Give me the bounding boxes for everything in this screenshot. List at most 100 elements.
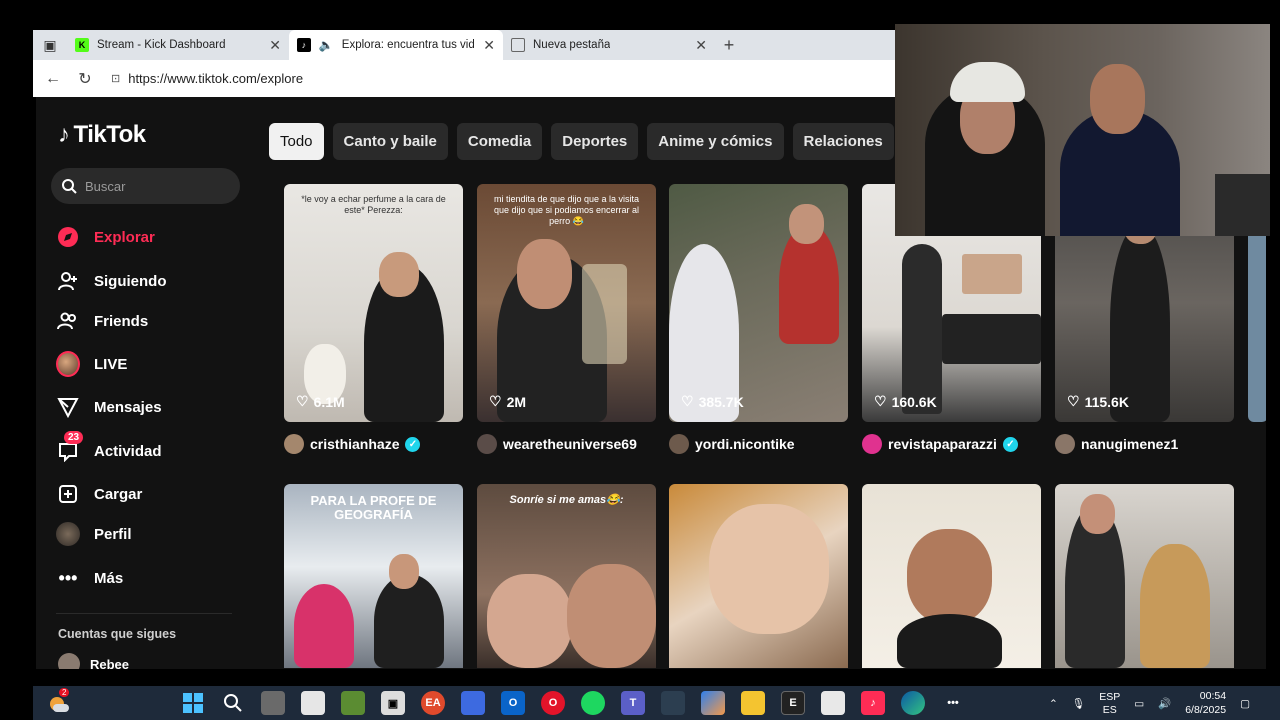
chevron-up-icon[interactable]: ⌃: [1049, 698, 1058, 710]
video-card[interactable]: PARA LA PROFE DE GEOGRAFÍA: [284, 484, 463, 668]
browser-tab-new[interactable]: Nueva pestaña ✕: [503, 30, 715, 60]
video-thumbnail[interactable]: [1055, 484, 1234, 668]
sidebar-item-mensajes[interactable]: Mensajes: [56, 395, 162, 419]
notifications-icon[interactable]: ▢: [1240, 698, 1250, 710]
language-indicator[interactable]: ESP ES: [1099, 691, 1120, 716]
video-thumbnail[interactable]: ♡ 385.7K: [669, 184, 848, 422]
send-icon: [56, 395, 80, 419]
opera-icon[interactable]: O: [541, 691, 565, 715]
chip-todo[interactable]: Todo: [269, 123, 324, 160]
video-author[interactable]: yordi.nicontike: [669, 434, 848, 454]
spotify-icon[interactable]: [581, 691, 605, 715]
sidebar-item-friends[interactable]: Friends: [56, 309, 148, 333]
task-view-icon[interactable]: [261, 691, 285, 715]
sidebar-item-siguiendo[interactable]: Siguiendo: [56, 269, 167, 293]
more-apps-icon[interactable]: •••: [941, 691, 965, 715]
following-user[interactable]: Rebee: [58, 653, 129, 669]
video-card[interactable]: mi tiendita de que dijo que a la visita …: [477, 184, 656, 454]
browser-tab-kick[interactable]: K Stream - Kick Dashboard ✕: [67, 30, 289, 60]
sidebar-item-live[interactable]: LIVE: [56, 351, 127, 377]
video-thumbnail[interactable]: [862, 484, 1041, 668]
kick-icon: K: [75, 38, 89, 52]
speaker-icon[interactable]: 🔈: [319, 38, 334, 52]
ea-icon[interactable]: EA: [421, 691, 445, 715]
chip-canto-y-baile[interactable]: Canto y baile: [332, 123, 448, 160]
sidebar-item-perfil[interactable]: Perfil: [56, 522, 132, 546]
video-thumbnail[interactable]: Sonríe si me amas😂:: [477, 484, 656, 668]
teams-icon[interactable]: T: [621, 691, 645, 715]
user-follow-icon: [56, 269, 80, 293]
video-thumbnail[interactable]: [669, 484, 848, 668]
minecraft-icon[interactable]: [341, 691, 365, 715]
new-tab-button[interactable]: +: [715, 35, 743, 56]
video-card[interactable]: *le voy a echar perfume a la cara de est…: [284, 184, 463, 454]
avatar: [477, 434, 497, 454]
reload-icon[interactable]: ↻: [75, 69, 95, 89]
tiktok-logo[interactable]: ♪ TikTok: [58, 121, 146, 149]
browser-tab-bar: ▣ K Stream - Kick Dashboard ✕ ♪ 🔈 Explor…: [33, 30, 895, 60]
avatar: [58, 653, 80, 669]
app-icon[interactable]: [461, 691, 485, 715]
video-card[interactable]: ♡ 385.7K yordi.nicontike: [669, 184, 848, 454]
search-icon: [62, 179, 77, 194]
sidebar-item-explorar[interactable]: Explorar: [56, 225, 155, 249]
video-thumbnail[interactable]: PARA LA PROFE DE GEOGRAFÍA: [284, 484, 463, 668]
system-tray: ⌃ 🎙 ESP ES ▭ 🔊 00:54 6/8/2025 ▢: [1049, 690, 1250, 717]
notification-badge: 23: [64, 431, 84, 444]
verified-icon: ✓: [405, 436, 421, 452]
video-card[interactable]: [669, 484, 848, 668]
chip-deportes[interactable]: Deportes: [551, 123, 639, 160]
volume-icon[interactable]: 🔊: [1158, 697, 1171, 710]
friends-icon: [56, 309, 80, 333]
search-input[interactable]: Buscar: [51, 168, 240, 204]
video-author[interactable]: nanugimenez1: [1055, 434, 1234, 454]
browser-tab-tiktok[interactable]: ♪ 🔈 Explora: encuentra tus videos ✕: [289, 30, 503, 60]
clock[interactable]: 00:54 6/8/2025: [1185, 690, 1226, 717]
sidebar-item-actividad[interactable]: 23 Actividad: [56, 431, 162, 463]
sidebar: ♪ TikTok Buscar Explorar Siguiendo Frien…: [36, 97, 254, 669]
verified-icon: ✓: [1002, 436, 1018, 452]
network-icon[interactable]: ▭: [1134, 698, 1144, 710]
epic-games-icon[interactable]: E: [781, 691, 805, 715]
video-author[interactable]: cristhianhaze ✓: [284, 434, 463, 454]
close-tab-icon[interactable]: ✕: [695, 37, 707, 54]
league-icon[interactable]: [661, 691, 685, 715]
video-thumbnail[interactable]: mi tiendita de que dijo que a la visita …: [477, 184, 656, 422]
tab-actions-icon[interactable]: ▣: [33, 30, 67, 60]
avatar: [1055, 434, 1075, 454]
cap-icon: [950, 62, 1025, 102]
video-thumbnail[interactable]: *le voy a echar perfume a la cara de est…: [284, 184, 463, 422]
site-info-icon[interactable]: ⊡: [111, 72, 120, 85]
windows-start-icon[interactable]: [181, 691, 205, 715]
sidebar-item-mas[interactable]: ••• Más: [56, 566, 124, 590]
compass-icon: [56, 225, 80, 249]
chip-relaciones[interactable]: Relaciones: [792, 123, 894, 160]
close-tab-icon[interactable]: ✕: [483, 37, 495, 54]
edge-icon[interactable]: [901, 691, 925, 715]
roblox-icon[interactable]: ▣: [381, 691, 405, 715]
screen: ▣ K Stream - Kick Dashboard ✕ ♪ 🔈 Explor…: [0, 0, 1280, 720]
video-card[interactable]: [1055, 484, 1234, 668]
weather-icon[interactable]: 2: [47, 688, 71, 714]
file-icon[interactable]: [301, 691, 325, 715]
tiktok-note-icon: ♪: [58, 121, 70, 148]
video-author[interactable]: wearetheuniverse69: [477, 434, 656, 454]
chip-comedia[interactable]: Comedia: [456, 123, 543, 160]
category-chips: Todo Canto y baile Comedia Deportes Anim…: [269, 123, 894, 160]
explorer-icon[interactable]: [741, 691, 765, 715]
video-author[interactable]: revistapaparazzi ✓: [862, 434, 1041, 454]
store-icon[interactable]: [821, 691, 845, 715]
sidebar-item-cargar[interactable]: Cargar: [56, 482, 142, 506]
microphone-icon[interactable]: 🎙: [1072, 697, 1085, 710]
url-field[interactable]: ⊡ https://www.tiktok.com/explore: [107, 66, 895, 92]
video-card[interactable]: [862, 484, 1041, 668]
chip-anime-y-comics[interactable]: Anime y cómics: [647, 123, 784, 160]
search-icon[interactable]: [221, 691, 245, 715]
tiktok-app-icon[interactable]: ♪: [861, 691, 885, 715]
video-card[interactable]: Sonríe si me amas😂:: [477, 484, 656, 668]
heart-icon: ♡: [296, 393, 309, 409]
back-icon[interactable]: ←: [43, 70, 63, 88]
copilot-icon[interactable]: [701, 691, 725, 715]
outlook-icon[interactable]: O: [501, 691, 525, 715]
close-tab-icon[interactable]: ✕: [269, 37, 281, 54]
